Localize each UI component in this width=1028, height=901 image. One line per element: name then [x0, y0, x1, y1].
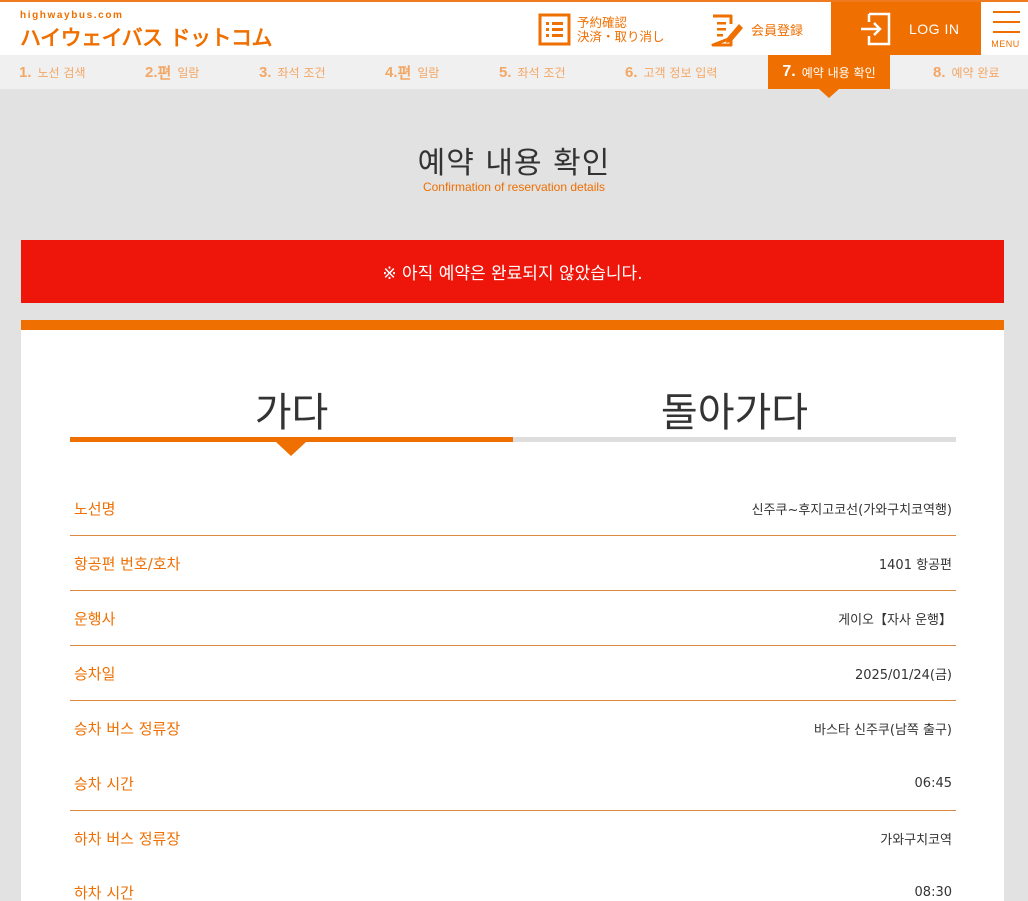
reservation-details-card: 가다 돌아가다 노선명 신주쿠~후지고코선(가와구치코역행) 항공편 번호/호차… [21, 320, 1004, 901]
tab-underline-return [513, 437, 956, 442]
detail-value: 바스타 신주쿠(남쪽 출구) [813, 723, 952, 738]
reservation-check-label: 予約確認 [577, 14, 628, 30]
detail-value: 08:30 [914, 885, 952, 900]
step-trip-list-1: 2. 편 일람 [145, 63, 200, 82]
detail-label: 승차 시간 [74, 774, 134, 793]
detail-label: 하차 버스 정류장 [74, 830, 181, 848]
detail-value: 신주쿠~후지고코선(가와구치코역행) [751, 502, 952, 518]
detail-value: 가와구치코역 [880, 833, 952, 848]
page-title: 예약 내용 확인 [417, 146, 611, 181]
detail-row-alighting-stop: 하차 버스 정류장 가와구치코역 [70, 811, 956, 866]
edit-document-icon [711, 14, 743, 46]
detail-value: 2025/01/24(금) [854, 667, 952, 683]
login-icon [861, 12, 891, 45]
detail-label: 항공편 번호/호차 [74, 554, 181, 573]
not-completed-alert: ※ 아직 예약은 완료되지 않았습니다. [21, 240, 1004, 303]
page-subtitle: Confirmation of reservation details [422, 180, 606, 194]
active-tab-indicator [276, 442, 306, 456]
step-reservation-complete: 8. 예약 완료 [933, 63, 1000, 81]
progress-steps: 1. 노선 검색 2. 편 일람 3. 좌석 조건 4. 편 일람 5. 좌석 … [0, 55, 1028, 98]
detail-label: 승차 버스 정류장 [74, 720, 181, 738]
hamburger-icon [993, 11, 1020, 13]
login-button[interactable]: LOG IN [831, 2, 981, 55]
site-logo[interactable]: highwaybus.com ハイウェイバス ドットコム [20, 10, 272, 50]
detail-label: 운행사 [74, 609, 116, 628]
tab-return[interactable]: 돌아가다 [513, 380, 956, 438]
step-seat-conditions-1: 3. 좌석 조건 [259, 63, 326, 81]
step-confirm-reservation: 7. 예약 내용 확인 [768, 55, 890, 98]
step-seat-conditions-2: 5. 좌석 조건 [499, 63, 566, 81]
reservation-check-link[interactable]: 予約確認 決済・取り消し [538, 2, 665, 57]
detail-label: 하차 시간 [74, 884, 134, 901]
step-route-search: 1. 노선 검색 [19, 63, 86, 81]
detail-value: 게이오【자사 운행】 [838, 612, 952, 628]
member-register-link[interactable]: 会員登録 [709, 2, 803, 57]
detail-row-boarding-time: 승차 시간 06:45 [70, 756, 956, 811]
tab-outbound[interactable]: 가다 [70, 380, 513, 438]
login-label: LOG IN [909, 20, 960, 37]
detail-value: 06:45 [914, 775, 952, 791]
logo-wordmark: ハイウェイバス ドットコム [20, 26, 272, 50]
menu-button[interactable]: MENU [983, 2, 1028, 55]
step-trip-list-2: 4. 편 일람 [385, 63, 440, 82]
menu-label: MENU [991, 39, 1020, 49]
detail-row-alighting-time: 하차 시간 08:30 [70, 865, 956, 901]
detail-row-trip-number: 항공편 번호/호차 1401 항공편 [70, 536, 956, 591]
member-register-label: 会員登録 [751, 24, 804, 39]
payment-cancel-label: 決済・取り消し [577, 28, 665, 44]
site-header: highwaybus.com ハイウェイバス ドットコム 予約確認 決済・取り消… [0, 0, 1028, 55]
logo-domain: highwaybus.com [20, 10, 124, 21]
detail-label: 노선명 [74, 499, 116, 518]
detail-label: 승차일 [74, 664, 116, 683]
detail-row-route: 노선명 신주쿠~후지고코선(가와구치코역행) [70, 481, 956, 536]
step-customer-info: 6. 고객 정보 입력 [625, 63, 718, 81]
detail-value: 1401 항공편 [878, 557, 952, 573]
list-icon [538, 13, 571, 46]
detail-row-boarding-date: 승차일 2025/01/24(금) [70, 646, 956, 701]
detail-row-operator: 운행사 게이오【자사 운행】 [70, 591, 956, 646]
detail-row-boarding-stop: 승차 버스 정류장 바스타 신주쿠(남쪽 출구) [70, 701, 956, 756]
